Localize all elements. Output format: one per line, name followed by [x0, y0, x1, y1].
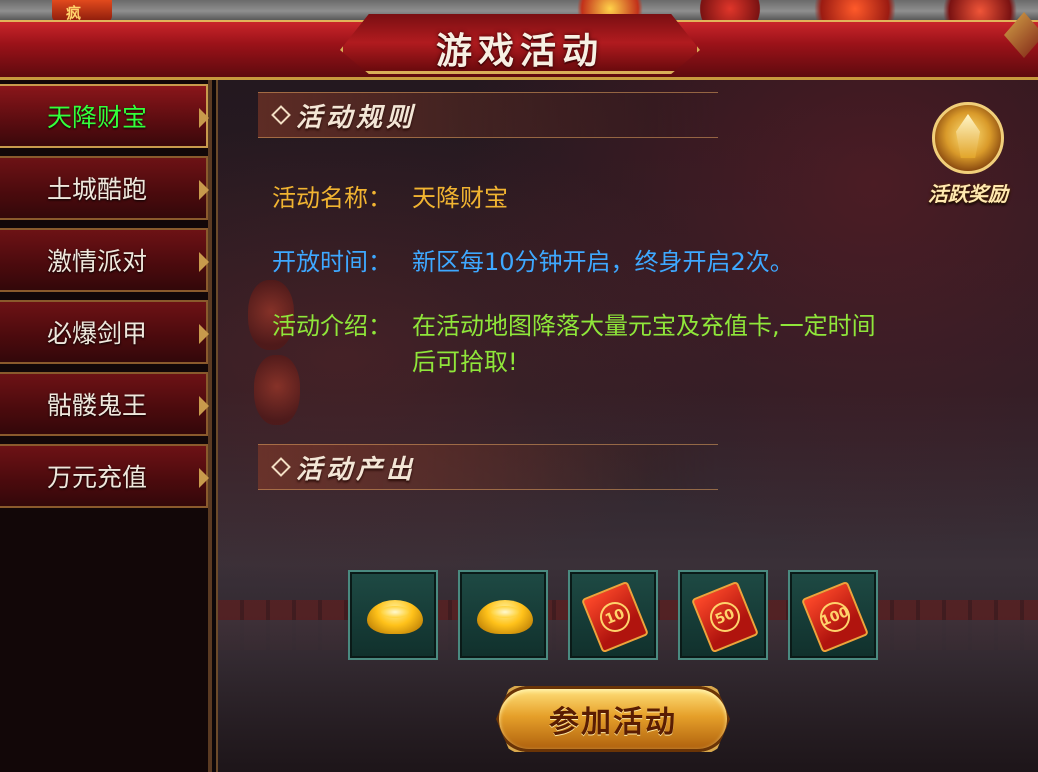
output-heading: 活动产出 — [296, 454, 417, 485]
scene-decoration — [690, 0, 770, 22]
activity-panel: 活动规则 活跃奖励 活动名称： 天降财宝 开放时间： 新区每10分钟开启，终身开启2… — [216, 80, 1038, 772]
rule-intro-line: 后可拾取! — [412, 348, 518, 376]
rule-name-key: 活动名称： — [272, 184, 392, 212]
rule-name-row: 活动名称： 天降财宝 — [272, 180, 508, 216]
diamond-icon — [271, 457, 291, 477]
recharge-card-icon: 50 — [690, 580, 760, 654]
arrow-icon — [199, 180, 209, 200]
gold-ingot-icon — [367, 600, 423, 634]
rule-time-key: 开放时间： — [272, 248, 392, 276]
rule-intro-line: 在活动地图降落大量元宝及充值卡,一定时间 — [412, 312, 876, 340]
reward-slot[interactable] — [458, 570, 548, 660]
scene-decoration — [930, 0, 1030, 22]
sidebar-item-label: 天降财宝 — [46, 103, 147, 132]
rule-time-value: 新区每10分钟开启，终身开启2次。 — [412, 248, 794, 276]
sidebar-item-recharge[interactable]: 万元充值 — [0, 444, 209, 508]
sidebar-item-label: 骷髅鬼王 — [46, 391, 147, 420]
rules-heading: 活动规则 — [296, 102, 417, 133]
arrow-icon — [199, 108, 209, 128]
rules-section-header: 活动规则 — [258, 92, 718, 138]
sidebar-item-treasure[interactable]: 天降财宝 — [0, 84, 209, 148]
rule-intro-key: 活动介绍： — [272, 312, 392, 340]
reward-slot[interactable] — [348, 570, 438, 660]
rule-intro-row: 活动介绍： 在活动地图降落大量元宝及充值卡,一定时间 后可拾取! — [272, 308, 876, 380]
arrow-icon — [199, 468, 209, 488]
top-glyph-tile — [52, 0, 112, 22]
diamond-icon — [271, 105, 291, 125]
sidebar-item-party[interactable]: 激情派对 — [0, 228, 209, 292]
reward-slot[interactable]: 10 — [568, 570, 658, 660]
activity-sidebar: 天降财宝 土城酷跑 激情派对 必爆剑甲 骷髅鬼王 万元充值 — [0, 80, 212, 772]
card-amount: 100 — [815, 597, 855, 637]
arrow-icon — [199, 396, 209, 416]
active-reward-badge[interactable]: 活跃奖励 — [916, 100, 1020, 210]
arrow-icon — [199, 252, 209, 272]
sidebar-item-label: 万元充值 — [46, 463, 147, 492]
gold-ingot-icon — [477, 600, 533, 634]
join-activity-button[interactable]: 参加活动 — [496, 686, 730, 752]
sidebar-item-parkour[interactable]: 土城酷跑 — [0, 156, 209, 220]
reward-slot[interactable]: 100 — [788, 570, 878, 660]
sidebar-item-sword-armor[interactable]: 必爆剑甲 — [0, 300, 209, 364]
rule-intro-value: 在活动地图降落大量元宝及充值卡,一定时间 后可拾取! — [412, 308, 876, 380]
card-amount: 10 — [595, 597, 635, 637]
output-section-header: 活动产出 — [258, 444, 718, 490]
rule-name-value: 天降财宝 — [412, 184, 508, 212]
sidebar-item-label: 必爆剑甲 — [46, 319, 147, 348]
arrow-icon — [199, 324, 209, 344]
sidebar-item-skeleton-king[interactable]: 骷髅鬼王 — [0, 372, 209, 436]
recharge-card-icon: 10 — [580, 580, 650, 654]
scene-decoration — [800, 0, 910, 22]
reward-slot[interactable]: 50 — [678, 570, 768, 660]
sidebar-item-label: 土城酷跑 — [46, 175, 147, 204]
recharge-card-icon: 100 — [800, 580, 870, 654]
window-title: 游戏活动 — [435, 30, 604, 72]
active-reward-label: 活跃奖励 — [928, 182, 1008, 206]
rule-time-row: 开放时间： 新区每10分钟开启，终身开启2次。 — [272, 244, 794, 280]
join-activity-label: 参加活动 — [549, 705, 677, 740]
card-amount: 50 — [705, 597, 745, 637]
sidebar-item-label: 激情派对 — [46, 247, 147, 276]
